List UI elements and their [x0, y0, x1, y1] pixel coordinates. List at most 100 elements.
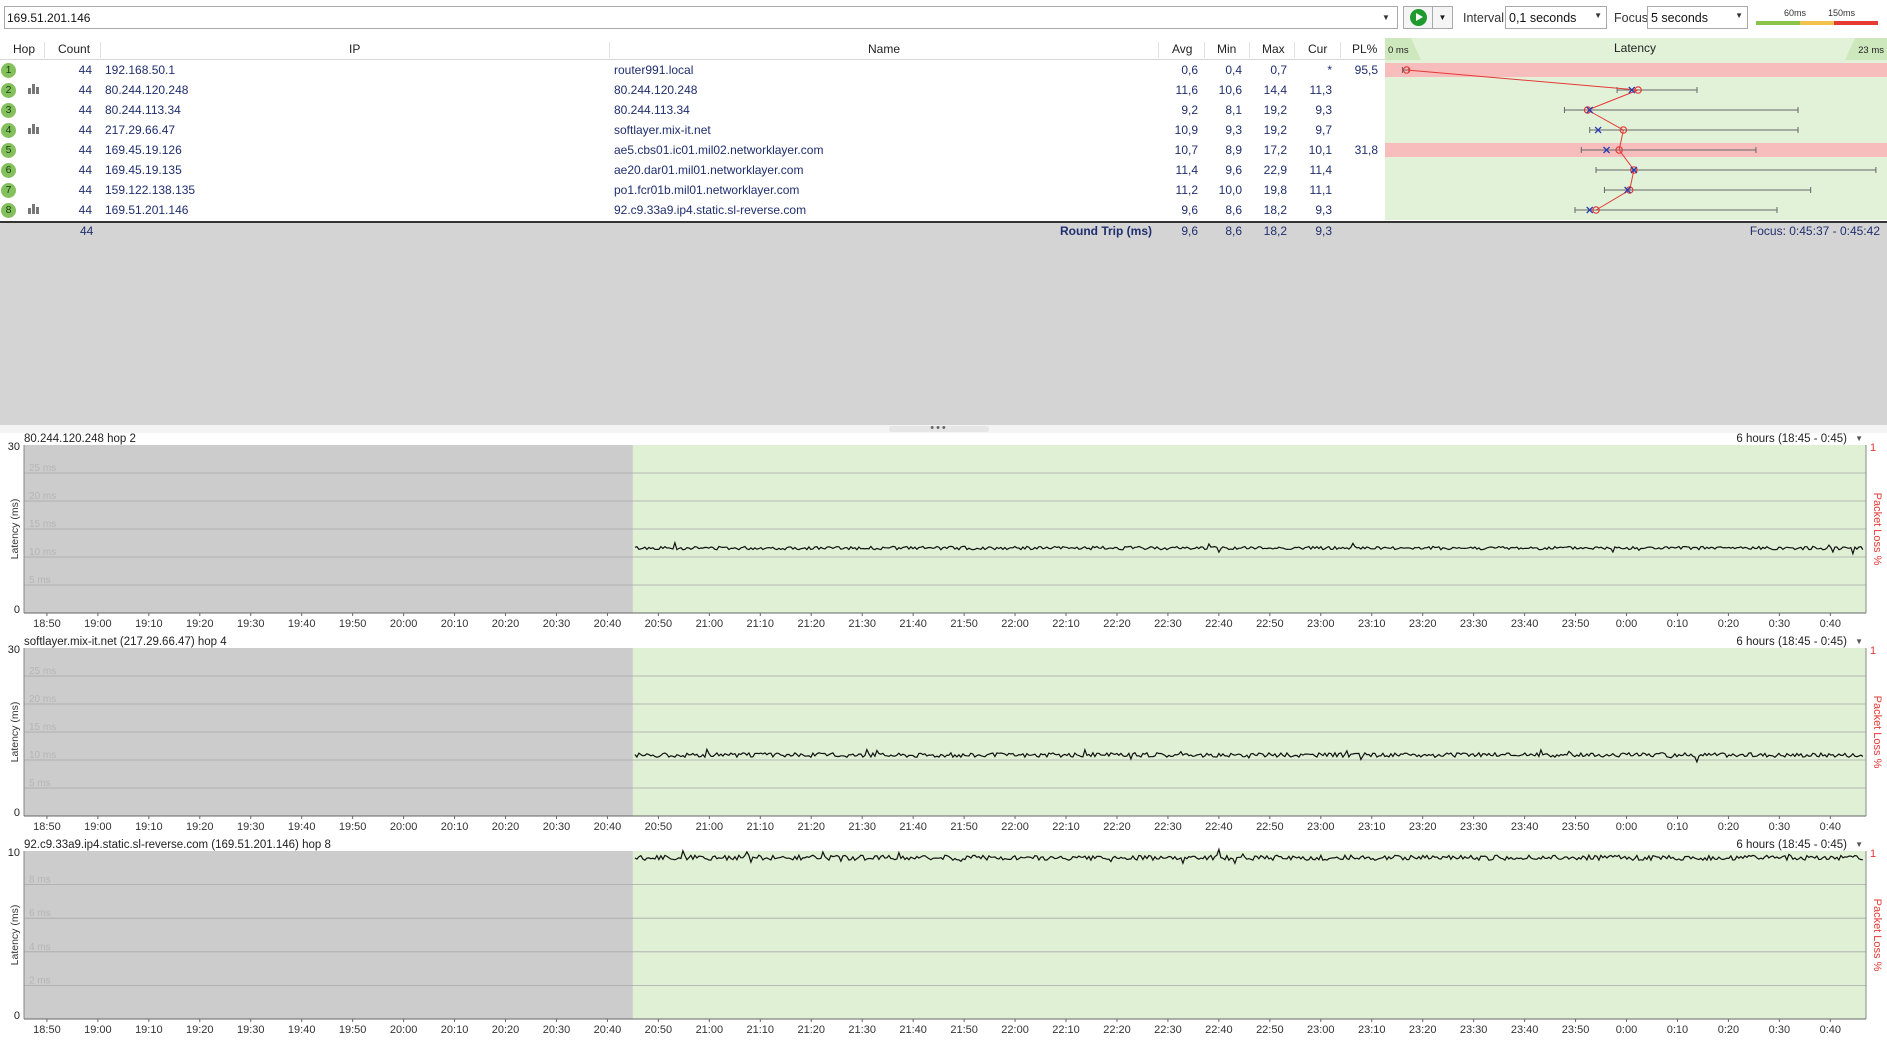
hop-min: 9,6 [1225, 163, 1242, 177]
time-label: 22:50 [1256, 618, 1284, 630]
hop-min: 8,9 [1225, 143, 1242, 157]
hop-max: 19,2 [1263, 123, 1287, 137]
col-max[interactable]: Max [1262, 42, 1285, 56]
time-label: 22:20 [1103, 821, 1131, 833]
hop-avg: 9,6 [1181, 203, 1198, 217]
hop-number-badge: 1 [1, 63, 16, 78]
time-label: 19:10 [135, 618, 163, 630]
col-ip[interactable]: IP [349, 42, 360, 56]
time-label: 19:10 [135, 1024, 163, 1036]
chevron-down-icon[interactable]: ▼ [1377, 7, 1395, 28]
time-label: 21:10 [747, 821, 775, 833]
time-label: 0:20 [1718, 1024, 1739, 1036]
grid-label: 15 ms [29, 519, 56, 530]
grid-label: 10 ms [29, 750, 56, 761]
time-label: 0:10 [1667, 618, 1688, 630]
hop-row[interactable]: 8 44 169.51.201.146 92.c9.33a9.ip4.static.s… [0, 200, 1385, 220]
time-label: 23:40 [1511, 1024, 1539, 1036]
col-count[interactable]: Count [58, 42, 90, 56]
time-label: 20:00 [390, 618, 418, 630]
chart-time-range[interactable]: 6 hours (18:45 - 0:45) [1736, 636, 1847, 648]
pane-splitter[interactable]: ••• [0, 423, 1887, 434]
latency-column-header[interactable]: 0 ms Latency 23 ms [1385, 38, 1887, 60]
time-label: 20:50 [645, 618, 673, 630]
hop-row[interactable]: 3 44 80.244.113.34 80.244.113.34 9,2 8,1 19,2 9… [0, 100, 1385, 120]
time-label: 20:40 [594, 821, 622, 833]
splitter-grip-icon[interactable]: ••• [889, 423, 989, 434]
hop-ip: 217.29.66.47 [105, 123, 176, 137]
time-label: 20:20 [492, 618, 520, 630]
col-pl[interactable]: PL% [1352, 42, 1377, 56]
start-trace-button[interactable] [1403, 6, 1433, 29]
hop-row[interactable]: 1 44 192.168.50.1 router991.local 0,6 0,4 0,7 *… [0, 60, 1385, 80]
legend-yellow-bar [1800, 21, 1834, 25]
time-label: 21:10 [747, 1024, 775, 1036]
hop-min: 10,0 [1218, 183, 1242, 197]
time-label: 21:30 [848, 821, 876, 833]
time-label: 23:10 [1358, 1024, 1386, 1036]
interval-value: 0,1 seconds [1509, 11, 1577, 25]
hop-pl: 95,5 [1354, 63, 1378, 77]
chart-time-range[interactable]: 6 hours (18:45 - 0:45) [1736, 433, 1847, 445]
chevron-down-icon[interactable]: ▼ [1855, 434, 1863, 443]
summary-count: 44 [80, 224, 94, 238]
target-input[interactable] [5, 7, 1379, 28]
avg-latency-line [1406, 69, 1639, 211]
time-label: 22:00 [1001, 821, 1029, 833]
bar-chart-icon[interactable] [28, 123, 41, 134]
time-label: 19:30 [237, 1024, 265, 1036]
hop-row[interactable]: 4 44 217.29.66.47 softlayer.mix-it.net 10,9 9… [0, 120, 1385, 140]
hop-cur: 11,3 [1309, 83, 1332, 97]
bar-chart-icon[interactable] [28, 203, 41, 214]
time-label: 18:50 [33, 1024, 61, 1036]
interval-select[interactable]: 0,1 seconds ▼ [1505, 6, 1607, 29]
hop-number-badge: 7 [1, 183, 16, 198]
time-label: 20:20 [492, 821, 520, 833]
hop-max: 0,7 [1270, 63, 1287, 77]
col-avg[interactable]: Avg [1172, 42, 1192, 56]
latency-graph-column [1385, 60, 1887, 220]
timeline-chart-plot: 25 ms 20 ms 15 ms 10 ms 5 ms 30 0 Latency (ms) 1… [8, 441, 1883, 630]
y-axis-label: Latency (ms) [9, 905, 21, 966]
time-label: 21:30 [848, 1024, 876, 1036]
chevron-down-icon[interactable]: ▼ [1855, 637, 1863, 646]
time-label: 19:00 [84, 618, 112, 630]
time-label: 21:00 [696, 1024, 724, 1036]
time-label: 20:00 [390, 1024, 418, 1036]
chevron-down-icon: ▼ [1594, 11, 1602, 20]
grid-label: 20 ms [29, 694, 56, 705]
bar-chart-icon[interactable] [28, 83, 41, 94]
hop-number-badge: 4 [1, 123, 16, 138]
target-combobox[interactable]: ▼ [4, 6, 1398, 29]
hop-max: 17,2 [1263, 143, 1287, 157]
time-label: 20:10 [441, 618, 469, 630]
time-label: 23:30 [1460, 1024, 1488, 1036]
time-label: 0:40 [1820, 1024, 1841, 1036]
col-name[interactable]: Name [868, 42, 900, 56]
time-label: 19:30 [237, 618, 265, 630]
hop-row[interactable]: 6 44 169.45.19.135 ae20.dar01.mil01.network… [0, 160, 1385, 180]
time-label: 23:40 [1511, 618, 1539, 630]
focus-select[interactable]: 5 seconds ▼ [1647, 6, 1748, 29]
focus-label: Focus [1614, 11, 1649, 25]
timeline-chart: 25 ms 20 ms 15 ms 10 ms 5 ms 30 0 Latency (ms) 1… [0, 636, 1887, 839]
col-hop[interactable]: Hop [13, 42, 35, 56]
grid-label: 5 ms [29, 575, 51, 586]
col-cur[interactable]: Cur [1308, 42, 1327, 56]
hop-cur: 10,1 [1308, 143, 1332, 157]
hop-cur: 11,1 [1309, 183, 1332, 197]
hop-row[interactable]: 5 44 169.45.19.126 ae5.cbs01.ic01.mil02.net… [0, 140, 1385, 160]
data-region [632, 851, 1866, 1019]
time-label: 20:40 [594, 618, 622, 630]
hop-row[interactable]: 7 44 159.122.138.135 po1.fcr01b.mil01.netwo… [0, 180, 1385, 200]
start-options-dropdown[interactable]: ▼ [1433, 6, 1453, 29]
time-label: 19:50 [339, 1024, 367, 1036]
legend-green-bar [1756, 21, 1800, 25]
legend-150ms: 150ms [1828, 8, 1856, 18]
chevron-down-icon[interactable]: ▼ [1855, 840, 1863, 849]
chart-time-range[interactable]: 6 hours (18:45 - 0:45) [1736, 839, 1847, 851]
hop-cur: 9,3 [1315, 203, 1332, 217]
col-min[interactable]: Min [1217, 42, 1236, 56]
time-label: 22:30 [1154, 821, 1182, 833]
hop-row[interactable]: 2 44 80.244.120.248 80.244.120.248 11,6 10,6 1… [0, 80, 1385, 100]
